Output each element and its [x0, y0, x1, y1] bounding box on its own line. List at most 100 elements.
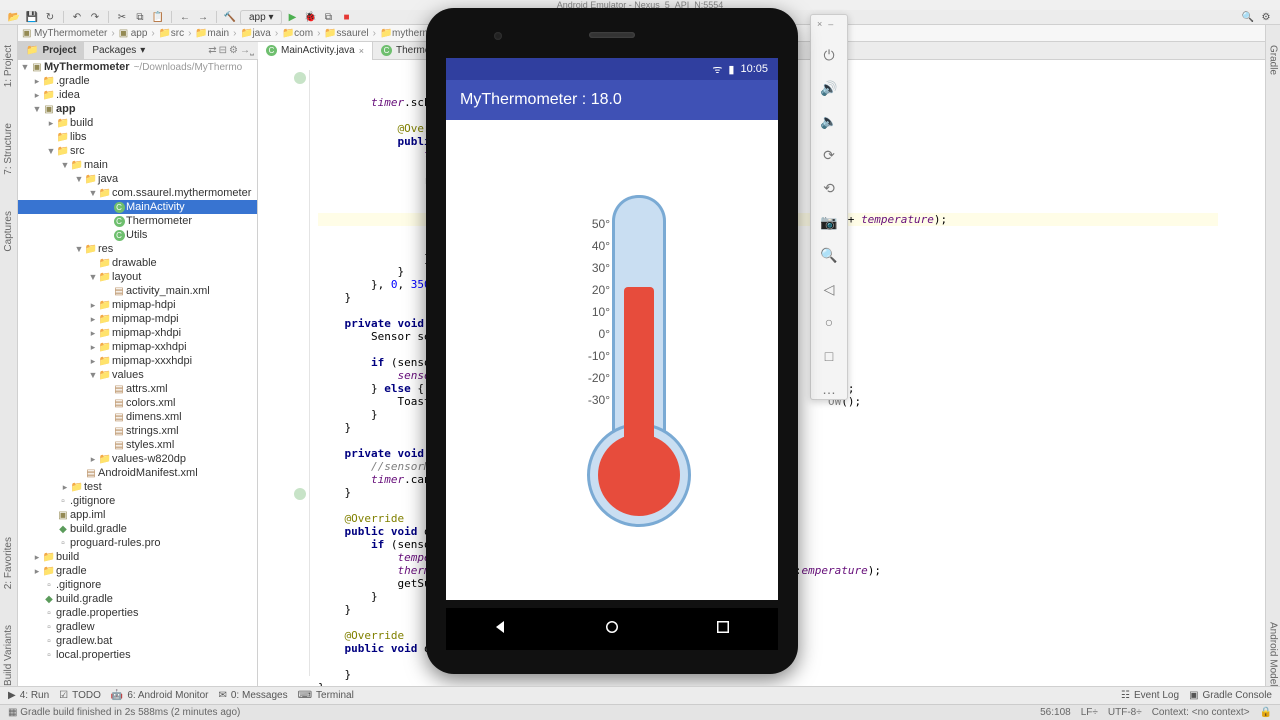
node-gradle-top[interactable]: ▸📁gradle: [18, 564, 257, 578]
redo-icon[interactable]: ↷: [87, 10, 103, 25]
override-gutter-icon[interactable]: [294, 72, 306, 84]
emulator-close-icon[interactable]: ×: [817, 19, 822, 31]
node-gradlew[interactable]: ▫gradlew: [18, 620, 257, 634]
tool-captures[interactable]: Captures: [3, 211, 14, 252]
node-attrs[interactable]: ▤attrs.xml: [18, 382, 257, 396]
tool-run[interactable]: ▶ 4: Run: [8, 690, 49, 701]
nav-recents-icon[interactable]: [714, 618, 732, 641]
search-icon[interactable]: 🔍: [1240, 10, 1256, 25]
override-gutter-icon[interactable]: [294, 488, 306, 500]
node-build-top[interactable]: ▸📁build: [18, 550, 257, 564]
node-utils[interactable]: CUtils: [18, 228, 257, 242]
tool-favorites[interactable]: 2: Favorites: [3, 537, 14, 589]
node-pkg[interactable]: ▼📁com.ssaurel.mythermometer: [18, 186, 257, 200]
status-window-icon[interactable]: ▦: [8, 707, 17, 718]
tool-gradle[interactable]: Gradle: [1268, 45, 1279, 75]
nav-home-icon[interactable]: [603, 618, 621, 641]
node-drawable[interactable]: 📁drawable: [18, 256, 257, 270]
refresh-icon[interactable]: ↻: [42, 10, 58, 25]
emulator-back-icon[interactable]: ◁: [818, 279, 840, 298]
run-config-selector[interactable]: app ▾: [240, 10, 282, 25]
status-encoding[interactable]: UTF-8÷: [1108, 707, 1142, 718]
tool-gradle-console[interactable]: ▣ Gradle Console: [1189, 690, 1272, 701]
node-colors[interactable]: ▤colors.xml: [18, 396, 257, 410]
crumb-ssaurel[interactable]: 📁ssaurel: [324, 28, 380, 39]
tool-event-log[interactable]: ☷ Event Log: [1121, 690, 1179, 701]
node-mipmap-xxxhdpi[interactable]: ▸📁mipmap-xxxhdpi: [18, 354, 257, 368]
node-thermometer[interactable]: CThermometer: [18, 214, 257, 228]
tab-project[interactable]: 📁 Project: [18, 42, 84, 60]
panel-hide-icon[interactable]: →⎵: [240, 45, 254, 56]
tool-todo[interactable]: ☑ TODO: [59, 690, 101, 701]
node-strings[interactable]: ▤strings.xml: [18, 424, 257, 438]
tool-android-monitor[interactable]: 🤖 6: Android Monitor: [111, 690, 209, 701]
node-local-props[interactable]: ▫local.properties: [18, 648, 257, 662]
emulator-volume-up-icon[interactable]: 🔊: [818, 79, 840, 98]
node-mipmap-hdpi[interactable]: ▸📁mipmap-hdpi: [18, 298, 257, 312]
node-build-gradle-top[interactable]: ◆build.gradle: [18, 592, 257, 606]
node-manifest[interactable]: ▤AndroidManifest.xml: [18, 466, 257, 480]
emulator-recents-icon[interactable]: □: [818, 346, 840, 365]
emulator-camera-icon[interactable]: 📷: [818, 212, 840, 231]
emulator-zoom-icon[interactable]: 🔍: [818, 246, 840, 265]
node-proguard[interactable]: ▫proguard-rules.pro: [18, 536, 257, 550]
open-icon[interactable]: 📂: [6, 10, 22, 25]
undo-icon[interactable]: ↶: [69, 10, 85, 25]
node-main[interactable]: ▼📁main: [18, 158, 257, 172]
node-values[interactable]: ▼📁values: [18, 368, 257, 382]
crumb-com[interactable]: 📁com: [282, 28, 324, 39]
copy-icon[interactable]: ⧉: [132, 10, 148, 25]
status-lock-icon[interactable]: 🔒: [1260, 707, 1272, 718]
tool-structure[interactable]: 7: Structure: [3, 123, 14, 175]
tool-android-model[interactable]: Android Model: [1268, 622, 1279, 686]
stop-icon[interactable]: ■: [338, 10, 354, 25]
node-test[interactable]: ▸📁test: [18, 480, 257, 494]
crumb-main[interactable]: 📁main: [195, 28, 240, 39]
node-src[interactable]: ▼📁src: [18, 144, 257, 158]
crumb-java[interactable]: 📁java: [240, 28, 282, 39]
node-gradle-props[interactable]: ▫gradle.properties: [18, 606, 257, 620]
node-mainactivity[interactable]: CMainActivity: [18, 200, 257, 214]
crumb-app[interactable]: ▣app: [119, 28, 159, 39]
tool-terminal[interactable]: ⌨ Terminal: [298, 690, 354, 701]
project-tree[interactable]: ▼▣MyThermometer~/Downloads/MyThermo ▸📁.g…: [18, 60, 258, 686]
node-mipmap-xxhdpi[interactable]: ▸📁mipmap-xxhdpi: [18, 340, 257, 354]
settings-icon[interactable]: ⚙: [1258, 10, 1274, 25]
emulator-more-icon[interactable]: …: [818, 380, 840, 399]
attach-icon[interactable]: ⧉: [320, 10, 336, 25]
node-styles[interactable]: ▤styles.xml: [18, 438, 257, 452]
node-gitignore[interactable]: ▫.gitignore: [18, 494, 257, 508]
node-root[interactable]: ▼▣MyThermometer~/Downloads/MyThermo: [18, 60, 257, 74]
node-app[interactable]: ▼▣app: [18, 102, 257, 116]
emulator-rotate-right-icon[interactable]: ⟲: [818, 179, 840, 198]
node-gradlew-bat[interactable]: ▫gradlew.bat: [18, 634, 257, 648]
status-line-sep[interactable]: LF÷: [1081, 707, 1098, 718]
node-idea[interactable]: ▸📁.idea: [18, 88, 257, 102]
android-screen[interactable]: ᯤ ▮ 10:05 MyThermometer : 18.0 50° 40° 3…: [446, 58, 778, 600]
panel-collapse-icon[interactable]: ⊟: [219, 45, 227, 56]
crumb-src[interactable]: 📁src: [159, 28, 196, 39]
make-icon[interactable]: 🔨: [222, 10, 238, 25]
node-gitignore-top[interactable]: ▫.gitignore: [18, 578, 257, 592]
panel-scroll-from-source-icon[interactable]: ⇄: [208, 45, 216, 56]
debug-icon[interactable]: 🐞: [302, 10, 318, 25]
node-gradle[interactable]: ▸📁.gradle: [18, 74, 257, 88]
nav-back-icon[interactable]: [492, 618, 510, 641]
forward-icon[interactable]: →: [195, 10, 211, 25]
save-icon[interactable]: 💾: [24, 10, 40, 25]
node-java[interactable]: ▼📁java: [18, 172, 257, 186]
tool-messages[interactable]: ✉ 0: Messages: [218, 690, 287, 701]
status-context[interactable]: Context: <no context>: [1152, 707, 1250, 718]
tab-mainactivity[interactable]: C MainActivity.java ×: [258, 42, 373, 60]
node-layout[interactable]: ▼📁layout: [18, 270, 257, 284]
back-icon[interactable]: ←: [177, 10, 193, 25]
node-activity-main[interactable]: ▤activity_main.xml: [18, 284, 257, 298]
node-mipmap-mdpi[interactable]: ▸📁mipmap-mdpi: [18, 312, 257, 326]
panel-gear-icon[interactable]: ⚙: [229, 45, 238, 56]
node-build[interactable]: ▸📁build: [18, 116, 257, 130]
tool-build-variants[interactable]: Build Variants: [3, 625, 14, 686]
tool-project[interactable]: 1: Project: [3, 45, 14, 87]
emulator-minimize-icon[interactable]: –: [828, 19, 833, 31]
run-icon[interactable]: ▶: [284, 10, 300, 25]
node-mipmap-xhdpi[interactable]: ▸📁mipmap-xhdpi: [18, 326, 257, 340]
